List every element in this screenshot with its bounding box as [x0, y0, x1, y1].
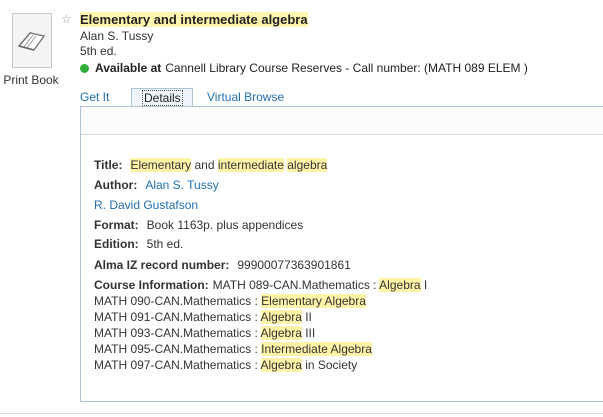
course-highlight: Elementary Algebra	[261, 294, 366, 308]
course-prefix: MATH 090-CAN.Mathematics :	[94, 294, 262, 308]
detail-edition-value: 5th ed.	[146, 237, 184, 251]
details-panel: Title: Elementary and intermediate algebr…	[80, 106, 603, 402]
course-line: MATH 090-CAN.Mathematics : Elementary Al…	[94, 294, 366, 308]
course-line: MATH 097-CAN.Mathematics : Algebra in So…	[94, 358, 357, 372]
record-title[interactable]: Elementary and intermediate algebra	[80, 12, 308, 27]
record-type-label: Print Book	[3, 73, 59, 87]
availability-location: Cannell Library Course Reserves - Call n…	[165, 61, 528, 75]
detail-title-row: Title: Elementary and intermediate algebr…	[94, 158, 328, 172]
course-line: MATH 095-CAN.Mathematics : Intermediate …	[94, 342, 372, 356]
detail-alma-value: 99900077363901861	[237, 258, 351, 272]
course-prefix: MATH 097-CAN.Mathematics :	[94, 358, 261, 372]
coauthor-link[interactable]: R. David Gustafson	[94, 198, 198, 212]
book-icon	[12, 13, 52, 68]
details-toolbar	[81, 107, 603, 135]
detail-title-word: algebra	[287, 158, 328, 172]
course-line: MATH 093-CAN.Mathematics : Algebra III	[94, 326, 315, 340]
course-suffix: I	[420, 278, 428, 292]
detail-title-label: Title:	[94, 158, 123, 172]
detail-title-word: Elementary	[130, 158, 192, 172]
course-prefix: MATH 089-CAN.Mathematics :	[212, 278, 380, 292]
tab-details-label: Details	[142, 90, 183, 106]
availability-dot-icon	[80, 64, 89, 73]
course-prefix: MATH 093-CAN.Mathematics :	[94, 326, 261, 340]
course-highlight: Algebra	[260, 310, 302, 324]
tab-details[interactable]: Details	[131, 88, 193, 106]
detail-format-value: Book 1163p. plus appendices	[146, 218, 304, 232]
course-suffix: III	[301, 326, 316, 340]
result-divider	[0, 413, 603, 414]
tab-virtual-browse[interactable]: Virtual Browse	[207, 88, 284, 106]
course-line: MATH 091-CAN.Mathematics : Algebra II	[94, 310, 312, 324]
course-suffix: II	[301, 310, 312, 324]
course-info-row: Course Information: MATH 089-CAN.Mathemat…	[94, 278, 427, 292]
detail-author-row: Author: Alan S. Tussy	[94, 178, 219, 192]
record-author: Alan S. Tussy	[80, 29, 154, 43]
course-suffix: in Society	[301, 358, 358, 372]
author-link[interactable]: Alan S. Tussy	[145, 178, 218, 192]
availability-status-label: Available at	[95, 61, 162, 75]
detail-format-label: Format:	[94, 218, 139, 232]
star-icon[interactable]: ☆	[61, 12, 72, 26]
detail-coauthor-row: R. David Gustafson	[94, 198, 198, 212]
course-highlight: Intermediate Algebra	[261, 342, 372, 356]
availability-status[interactable]: Available at Cannell Library Course Reser…	[80, 61, 528, 75]
detail-title-word: and	[191, 158, 218, 172]
detail-alma-label: Alma IZ record number:	[94, 258, 230, 272]
course-prefix: MATH 091-CAN.Mathematics :	[94, 310, 261, 324]
detail-edition-row: Edition: 5th ed.	[94, 237, 183, 251]
course-highlight: Algebra	[260, 326, 302, 340]
record-tabs: Get It Details Virtual Browse	[80, 88, 603, 106]
course-prefix: MATH 095-CAN.Mathematics :	[94, 342, 262, 356]
detail-alma-row: Alma IZ record number: 99900077363901861	[94, 258, 351, 272]
tab-get-it[interactable]: Get It	[80, 88, 109, 106]
detail-title-word: intermediate	[217, 158, 284, 172]
course-highlight: Algebra	[260, 358, 302, 372]
detail-format-row: Format: Book 1163p. plus appendices	[94, 218, 303, 232]
detail-author-label: Author:	[94, 178, 138, 192]
detail-edition-label: Edition:	[94, 237, 139, 251]
course-highlight: Algebra	[379, 278, 421, 292]
course-info-label: Course Information:	[94, 278, 209, 292]
record-edition: 5th ed.	[80, 44, 117, 58]
